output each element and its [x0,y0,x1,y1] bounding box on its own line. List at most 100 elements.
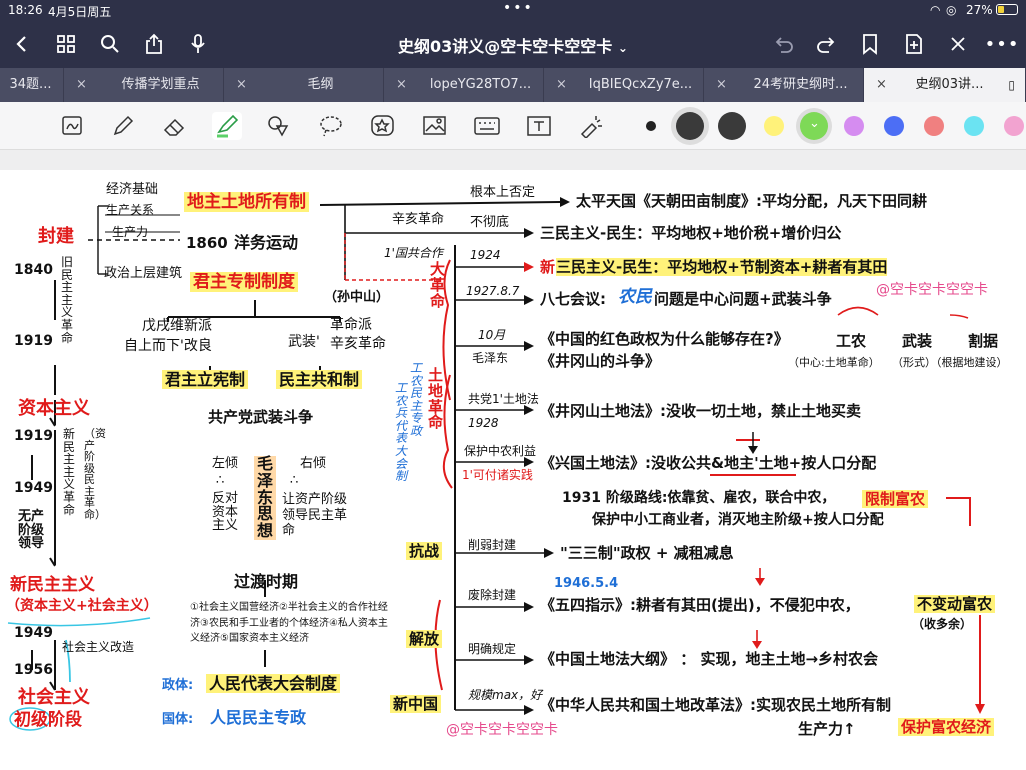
party-land-law: 共党1'土地法 [468,392,539,406]
lasso-pen-icon[interactable] [58,112,88,140]
undo-icon[interactable] [770,30,798,58]
tab-2[interactable]: × 传播学划重点 [64,68,224,102]
monarchy-system: 君主专制制度 [190,272,298,293]
lasso-select-icon[interactable] [316,112,346,140]
year-1927: 1927.8.7 [466,284,520,298]
add-page-icon[interactable] [900,30,928,58]
top-toolbar: 史纲03讲义@空卡空卡空空卡 ⌄ ••• [0,20,1026,68]
protect-small-business: 保护中小工商业者，消灭地主阶级+按人口分配 [592,512,884,528]
color-purple[interactable] [844,116,864,136]
more-dots-icon[interactable]: ••• [503,0,534,16]
left-anti-capitalism: 反对资本主义 [212,491,239,534]
land-revolution: 土地革命 [428,366,444,432]
tab-4[interactable]: × lopeYG28TO7... [384,68,544,102]
tab-5[interactable]: × IqBIEQcxZy7e... [544,68,704,102]
scale-max: 规模max，好 [468,688,543,702]
old-democratic-revolution: 旧民主主义革命 [61,255,74,345]
date-1946: 1946.5.4 [554,576,619,591]
sticker-icon[interactable] [368,112,398,140]
anti-japanese-war: 抗战 [406,542,443,560]
note-canvas[interactable]: 封建 1840 1919 旧民主主义革命 资本主义 1919 1949 无产阶级… [0,150,1026,770]
weaken-feudal: 削弱封建 [468,538,517,552]
image-icon[interactable] [420,112,450,140]
reform-topdown: 自上而下'改良 [124,338,212,354]
protect-middle-peasant: 保护中农利益 [464,444,537,458]
socialism-label: 社会主义 [18,687,90,708]
highlighter-icon[interactable] [212,112,242,140]
shape-icon[interactable] [264,112,294,140]
year-1928: 1928 [468,416,499,430]
redo-icon[interactable] [812,30,840,58]
more-icon[interactable]: ••• [985,30,1019,58]
tab-6[interactable]: × 24考研史纲时... [704,68,864,102]
keyboard-icon[interactable] [472,112,502,140]
superstructure: 政治上层建筑 [104,266,183,281]
tab-3[interactable]: × 毛纲 [224,68,384,102]
capitalism-label: 资本主义 [18,398,90,419]
year-1956: 1956 [14,662,53,678]
soviet-congress: 工农兵代表大会制 [395,381,408,484]
color-cyan[interactable] [964,116,984,136]
econ-base: 经济基础 [106,182,159,197]
color-yellow[interactable] [764,116,784,136]
tab-1[interactable]: 34题... [0,68,64,102]
separatism: 割据 [968,332,999,350]
land-law-outline: 《中国土地法大纲》 ： 实现，地主土地→乡村农会 [540,650,879,668]
not-thorough: 不彻底 [470,215,510,230]
year-1919b: 1919 [14,428,53,444]
year-1860: 1860 [186,234,228,252]
year-1924: 1924 [470,248,501,262]
clear-rule: 明确规定 [468,642,517,656]
cap-soc-label: （资本主义+社会主义） [6,598,158,614]
new-democracy-label: 新民主主义 [10,575,95,595]
color-darkgray-selected[interactable] [676,112,704,140]
tab-7-active[interactable]: × 史纲03讲... ▯ [864,68,1026,102]
three-thirds-system: "三三制"政权 + 减租减息 [560,544,734,562]
year-1919: 1919 [14,333,53,349]
laser-pointer-icon[interactable] [576,112,606,140]
left-therefore: ∴ [216,473,225,488]
xinhai-revolution: 辛亥革命 [330,336,386,352]
primary-stage-label: 初级阶段 [14,710,82,730]
soviet-dictatorship: 工农民主专政 [410,361,423,438]
practicable: 1'可付诸实践 [462,468,533,482]
watermark-1: @空卡空卡空空卡 [876,282,988,298]
color-pink[interactable] [924,116,944,136]
split-view-icon[interactable]: ▯ [1008,68,1015,102]
watermark-2: @空卡空卡空空卡 [446,722,558,738]
year-1949b: 1949 [14,625,53,641]
tab-bar: 34题... × 传播学划重点 × 毛纲 × lopeYG28TO7... × IqBI… [0,68,1026,102]
first-cooperation: 1'国共合作 [384,246,443,260]
root-negation: 根本上否定 [470,185,536,200]
close-tools-icon[interactable] [944,30,972,58]
color-more[interactable] [1004,116,1026,136]
note-page[interactable]: 封建 1840 1919 旧民主主义革命 资本主义 1919 1949 无产阶级… [0,170,1026,770]
worker-peasant: 工农 [836,332,867,350]
mao-zedong-thought: 毛泽东思想 [254,455,276,540]
color-green-selected[interactable]: ⌄ [800,112,828,140]
taiping-item: 太平天国《天朝田亩制度》:平均分配，凡天下田同耕 [576,192,928,210]
constitutional-monarchy: 君主立宪制 [162,370,249,390]
text-box-icon[interactable] [524,112,554,140]
bookmark-icon[interactable] [856,30,884,58]
right-deviation: 右倾 [300,456,327,471]
production-force: 生产力 [112,225,149,239]
year-1949: 1949 [14,480,53,496]
color-black-small[interactable] [646,121,656,131]
five-economies: ①社会主义国营经济②半社会主义的合作社经济③农民和手工业者的个体经济④私人资本主… [190,602,388,644]
color-blue[interactable] [884,116,904,136]
year-1840: 1840 [14,262,53,278]
new-china: 新中国 [390,695,442,713]
pen-icon[interactable] [108,112,138,140]
august7-rest: 问题是中心问题+武装斗争 [654,290,832,308]
new-three-principles: 三民主义-民生：平均地权+节制资本+耕者有其田 [556,258,888,276]
new-prefix: 新 [540,258,556,276]
xinhai-label: 辛亥革命 [392,212,445,227]
color-gray[interactable] [718,112,746,140]
landlord-ownership: 地主土地所有制 [184,192,309,213]
eraser-icon[interactable] [160,112,190,140]
abolish-feudal: 废除封建 [468,588,517,602]
peasant-word: 农民 [618,287,652,307]
npc-system: 人民代表大会制度 [206,674,341,694]
democratic-republic: 民主共和制 [276,370,363,390]
